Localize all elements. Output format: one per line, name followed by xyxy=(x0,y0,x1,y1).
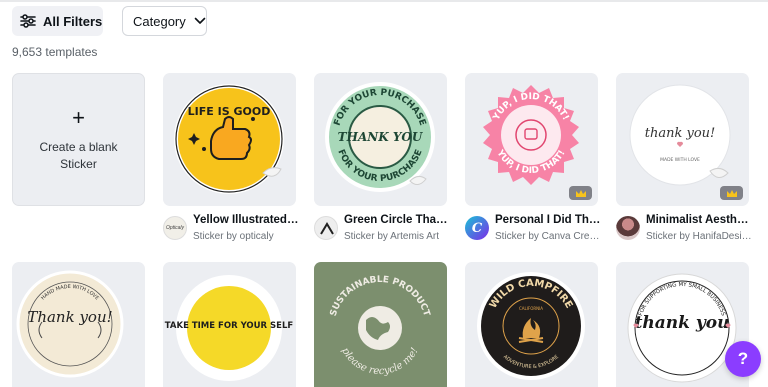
thank-you-green-sticker: FOR YOUR PURCHASE FOR YOUR PURCHASE THAN… xyxy=(325,82,435,192)
category-label: Category xyxy=(133,13,186,29)
template-title[interactable]: Yellow Illustrated… xyxy=(193,214,303,226)
create-blank-sticker-tile[interactable]: + Create a blank Sticker xyxy=(12,73,145,206)
template-byline[interactable]: Sticker by Canva Cre… xyxy=(495,231,605,242)
template-title[interactable]: Personal I Did Th… xyxy=(495,214,605,226)
help-button[interactable]: ? xyxy=(725,341,761,377)
plus-icon: + xyxy=(72,104,85,130)
template-byline[interactable]: Sticker by opticaly xyxy=(193,231,303,242)
template-meta-yellow-illustrated: Opticaly Yellow Illustrated… Sticker by … xyxy=(163,213,303,245)
template-meta-personal-i-did-that: C Personal I Did Th… Sticker by Canva Cr… xyxy=(465,213,605,245)
sticker-subtext: MADE WITH LOVE xyxy=(660,157,700,163)
template-thumbnail-take-time[interactable]: TAKE TIME FOR YOUR SELF xyxy=(163,262,296,387)
canva-logo-icon: C xyxy=(465,216,489,240)
sticker-small-text: CALIFORNIA xyxy=(519,306,543,311)
template-thumbnail-wild-campfire[interactable]: WILD CAMPFIRE CALIFORNIA ADVENTURE & EXP… xyxy=(465,262,598,387)
template-title[interactable]: Minimalist Aesth… xyxy=(646,214,756,226)
sticker-text: Thank you! xyxy=(27,308,112,326)
wild-campfire-sticker: WILD CAMPFIRE CALIFORNIA ADVENTURE & EXP… xyxy=(477,272,585,380)
template-thumbnail-personal-i-did-that[interactable]: YUP, I DID THAT! YUP, I DID THAT! xyxy=(465,73,598,206)
help-label: ? xyxy=(737,349,749,368)
avatar xyxy=(616,216,640,240)
take-time-for-yourself-sticker: TAKE TIME FOR YOUR SELF xyxy=(165,275,294,381)
sustainable-product-sticker: SUSTAINABLE PRODUCT please recycle me! xyxy=(314,262,447,387)
template-byline[interactable]: Sticker by Artemis Art xyxy=(344,231,454,242)
filters-icon xyxy=(20,14,36,28)
create-blank-label: Create a blank Sticker xyxy=(39,139,118,171)
sticker-text: TAKE TIME FOR YOUR SELF xyxy=(165,321,294,331)
template-meta-green-circle: Green Circle Than… Sticker by Artemis Ar… xyxy=(314,213,454,245)
template-thumbnail-minimalist-aesthetic[interactable]: thank you! MADE WITH LOVE xyxy=(616,73,749,206)
all-filters-button[interactable]: All Filters xyxy=(12,6,103,36)
all-filters-label: All Filters xyxy=(43,13,103,29)
premium-crown-icon xyxy=(569,186,592,200)
avatar: Opticaly xyxy=(163,216,187,240)
hand-made-thank-you-sticker: Thank you! HAND MADE WITH LOVE xyxy=(16,270,124,378)
template-thumbnail-sustainable[interactable]: SUSTAINABLE PRODUCT please recycle me! xyxy=(314,262,447,387)
avatar xyxy=(314,216,338,240)
life-is-good-sticker: LIFE IS GOOD xyxy=(174,84,284,194)
premium-crown-icon xyxy=(720,186,743,200)
template-thumbnail-hand-made[interactable]: Thank you! HAND MADE WITH LOVE xyxy=(12,262,145,387)
template-count: 9,653 templates xyxy=(12,45,98,59)
sticker-center-text: THANK YOU xyxy=(338,130,424,144)
top-divider xyxy=(0,0,768,2)
template-thumbnail-yellow-illustrated[interactable]: LIFE IS GOOD xyxy=(163,73,296,206)
sticker-text: thank you xyxy=(635,313,730,333)
category-dropdown[interactable]: Category xyxy=(122,6,207,36)
sticker-text: thank you! xyxy=(645,126,716,141)
chevron-down-icon xyxy=(194,17,206,25)
template-thumbnail-green-circle[interactable]: FOR YOUR PURCHASE FOR YOUR PURCHASE THAN… xyxy=(314,73,447,206)
template-byline[interactable]: Sticker by HanifaDesi… xyxy=(646,231,756,242)
template-meta-minimalist-aesthetic: Minimalist Aesth… Sticker by HanifaDesi… xyxy=(616,213,756,245)
template-title[interactable]: Green Circle Than… xyxy=(344,214,454,226)
